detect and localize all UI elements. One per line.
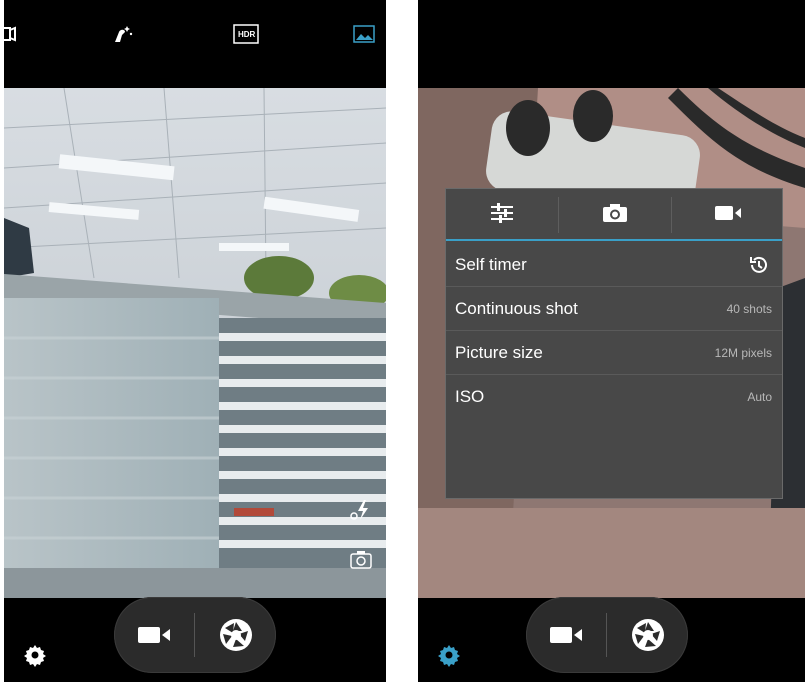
shutter-icon[interactable]: [196, 597, 276, 673]
top-toolbar: [418, 0, 805, 88]
capture-controls: [114, 597, 276, 673]
setting-value: Auto: [747, 390, 772, 404]
hdr-icon[interactable]: HDR: [232, 22, 262, 46]
exit-panorama-icon[interactable]: [4, 22, 22, 46]
video-camera-icon: [714, 204, 742, 227]
video-camera-icon[interactable]: [526, 597, 606, 673]
setting-value: 40 shots: [726, 302, 772, 316]
setting-value: 12M pixels: [714, 346, 772, 360]
gear-icon[interactable]: [436, 642, 462, 668]
capture-controls: [526, 597, 688, 673]
video-camera-icon[interactable]: [114, 597, 194, 673]
tab-underline: [446, 239, 782, 241]
hdr-label: HDR: [238, 30, 256, 39]
gallery-icon[interactable]: [350, 22, 378, 46]
timer-icon: [748, 254, 770, 281]
top-toolbar: HDR: [4, 0, 386, 88]
setting-label: ISO: [455, 387, 485, 406]
tab-photo-settings[interactable]: [559, 189, 671, 241]
setting-label: Picture size: [455, 343, 543, 362]
auto-flash-icon[interactable]: [348, 498, 374, 522]
divider: [606, 613, 607, 657]
camera-viewfinder[interactable]: [4, 88, 386, 598]
divider: [194, 613, 195, 657]
face-beauty-icon[interactable]: [108, 22, 136, 46]
settings-tabs: [446, 189, 782, 241]
setting-row-continuous-shot[interactable]: Continuous shot 40 shots: [446, 287, 782, 331]
setting-label: Self timer: [455, 255, 527, 274]
setting-row-self-timer[interactable]: Self timer: [446, 243, 782, 287]
camera-screen-left: HDR: [4, 0, 386, 682]
shutter-icon[interactable]: [608, 597, 688, 673]
sliders-icon: [489, 202, 515, 229]
switch-camera-icon[interactable]: [348, 548, 374, 572]
setting-label: Continuous shot: [455, 299, 578, 318]
setting-row-iso[interactable]: ISO Auto: [446, 375, 782, 419]
tab-general-settings[interactable]: [446, 189, 558, 241]
setting-row-picture-size[interactable]: Picture size 12M pixels: [446, 331, 782, 375]
settings-panel: Self timer Continuous shot 40 shots Pict…: [445, 188, 783, 499]
photo-camera-icon: [602, 203, 628, 228]
gear-icon[interactable]: [22, 642, 48, 668]
tab-video-settings[interactable]: [672, 189, 784, 241]
camera-screen-right: Self timer Continuous shot 40 shots Pict…: [418, 0, 805, 682]
